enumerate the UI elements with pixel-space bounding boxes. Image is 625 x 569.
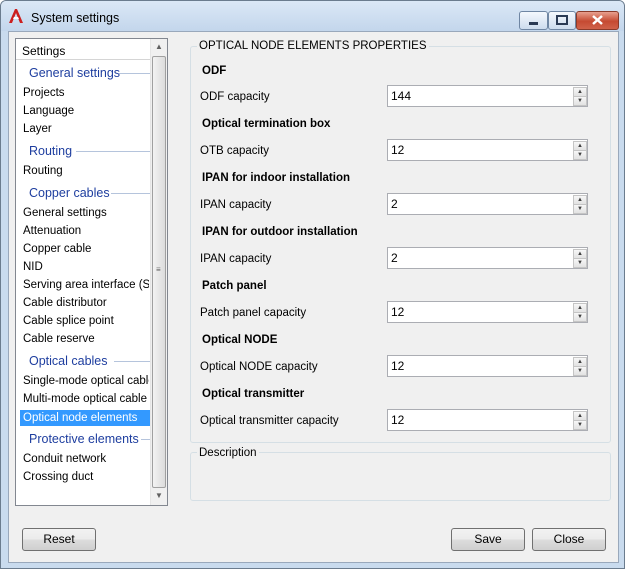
nav-group-routing: Routing bbox=[29, 144, 73, 158]
nav-group-protective-elements: Protective elements bbox=[29, 432, 139, 446]
properties-group-title: OPTICAL NODE ELEMENTS PROPERTIES bbox=[197, 40, 429, 52]
spin-down-icon[interactable]: ▼ bbox=[573, 258, 587, 268]
description-box bbox=[190, 452, 611, 501]
field-label-ipan-outdoor-capacity: IPAN capacity bbox=[200, 253, 272, 265]
description-title: Description bbox=[197, 447, 259, 459]
grip-icon: ≡ bbox=[156, 265, 161, 274]
nav-scrollbar[interactable]: ▲ ≡ ▼ bbox=[150, 39, 167, 505]
field-label-otb-capacity: OTB capacity bbox=[200, 145, 270, 157]
maximize-icon bbox=[556, 15, 568, 25]
nav-item-conduit-network[interactable]: Conduit network bbox=[23, 453, 149, 465]
settings-nav-panel: Settings General settings Projects Langu… bbox=[15, 38, 168, 506]
nav-item-projects[interactable]: Projects bbox=[23, 87, 149, 99]
minimize-icon bbox=[529, 22, 538, 25]
optical-transmitter-capacity-stepper[interactable]: 12 ▲ ▼ bbox=[387, 409, 588, 431]
dialog-body: Settings General settings Projects Langu… bbox=[8, 31, 619, 563]
nav-item-attenuation[interactable]: Attenuation bbox=[23, 225, 149, 237]
odf-capacity-value[interactable]: 144 bbox=[391, 89, 411, 103]
otb-capacity-value[interactable]: 12 bbox=[391, 143, 404, 157]
nav-item-cable-splice-point[interactable]: Cable splice point bbox=[23, 315, 149, 327]
field-label-optical-node-capacity: Optical NODE capacity bbox=[200, 361, 318, 373]
spin-down-icon[interactable]: ▼ bbox=[573, 150, 587, 160]
nav-item-cable-distributor[interactable]: Cable distributor bbox=[23, 297, 149, 309]
minimize-button[interactable] bbox=[519, 11, 548, 30]
nav-item-serving-area-interface[interactable]: Serving area interface (S... bbox=[23, 279, 149, 291]
section-heading-optical-transmitter: Optical transmitter bbox=[202, 388, 305, 400]
nav-header: Settings bbox=[16, 39, 150, 60]
ipan-indoor-capacity-value[interactable]: 2 bbox=[391, 197, 398, 211]
ipan-outdoor-capacity-value[interactable]: 2 bbox=[391, 251, 398, 265]
settings-window: System settings Settings General setting… bbox=[0, 0, 625, 569]
spin-down-icon[interactable]: ▼ bbox=[573, 366, 587, 376]
otb-capacity-stepper[interactable]: 12 ▲ ▼ bbox=[387, 139, 588, 161]
divider bbox=[76, 151, 150, 152]
nav-item-routing[interactable]: Routing bbox=[23, 165, 149, 177]
section-heading-ipan-indoor: IPAN for indoor installation bbox=[202, 172, 351, 184]
section-heading-optical-termination-box: Optical termination box bbox=[202, 118, 331, 130]
optical-node-capacity-value[interactable]: 12 bbox=[391, 359, 404, 373]
section-heading-ipan-outdoor: IPAN for outdoor installation bbox=[202, 226, 358, 238]
nav-item-crossing-duct[interactable]: Crossing duct bbox=[23, 471, 149, 483]
maximize-button[interactable] bbox=[548, 11, 576, 30]
optical-node-capacity-stepper[interactable]: 12 ▲ ▼ bbox=[387, 355, 588, 377]
field-label-ipan-indoor-capacity: IPAN capacity bbox=[200, 199, 272, 211]
title-bar[interactable]: System settings bbox=[1, 1, 624, 31]
patch-panel-capacity-value[interactable]: 12 bbox=[391, 305, 404, 319]
nav-item-multi-mode-optical-cable[interactable]: Multi-mode optical cable bbox=[23, 393, 149, 405]
nav-item-general-settings[interactable]: General settings bbox=[23, 207, 149, 219]
divider bbox=[119, 73, 150, 74]
nav-item-language[interactable]: Language bbox=[23, 105, 149, 117]
reset-button[interactable]: Reset bbox=[22, 528, 96, 551]
nav-group-copper-cables: Copper cables bbox=[29, 186, 110, 200]
scroll-up-icon[interactable]: ▲ bbox=[153, 41, 165, 53]
nav-item-single-mode-optical-cable[interactable]: Single-mode optical cable bbox=[23, 375, 149, 387]
nav-header-label: Settings bbox=[22, 44, 66, 58]
patch-panel-capacity-stepper[interactable]: 12 ▲ ▼ bbox=[387, 301, 588, 323]
save-button[interactable]: Save bbox=[451, 528, 525, 551]
field-label-optical-transmitter-capacity: Optical transmitter capacity bbox=[200, 415, 339, 427]
field-label-patch-panel-capacity: Patch panel capacity bbox=[200, 307, 307, 319]
window-title: System settings bbox=[31, 11, 120, 25]
nav-group-optical-cables: Optical cables bbox=[29, 354, 108, 368]
nav-item-cable-reserve[interactable]: Cable reserve bbox=[23, 333, 149, 345]
nav-item-copper-cable[interactable]: Copper cable bbox=[23, 243, 149, 255]
optical-transmitter-capacity-value[interactable]: 12 bbox=[391, 413, 404, 427]
spin-down-icon[interactable]: ▼ bbox=[573, 420, 587, 430]
nav-item-optical-node-elements[interactable]: Optical node elements bbox=[20, 410, 152, 426]
spin-down-icon[interactable]: ▼ bbox=[573, 96, 587, 106]
odf-capacity-stepper[interactable]: 144 ▲ ▼ bbox=[387, 85, 588, 107]
divider bbox=[111, 193, 150, 194]
nav-group-general-settings: General settings bbox=[29, 66, 121, 80]
scrollbar-thumb[interactable]: ≡ bbox=[152, 56, 166, 488]
divider bbox=[141, 439, 150, 440]
nav-item-layer[interactable]: Layer bbox=[23, 123, 149, 135]
close-button[interactable]: Close bbox=[532, 528, 606, 551]
spin-down-icon[interactable]: ▼ bbox=[573, 204, 587, 214]
scroll-down-icon[interactable]: ▼ bbox=[153, 490, 165, 502]
close-window-button[interactable] bbox=[576, 11, 619, 30]
nav-item-nid[interactable]: NID bbox=[23, 261, 149, 273]
section-heading-patch-panel: Patch panel bbox=[202, 280, 267, 292]
field-label-odf-capacity: ODF capacity bbox=[200, 91, 270, 103]
section-heading-optical-node: Optical NODE bbox=[202, 334, 278, 346]
close-icon bbox=[592, 15, 603, 25]
ipan-outdoor-capacity-stepper[interactable]: 2 ▲ ▼ bbox=[387, 247, 588, 269]
ipan-indoor-capacity-stepper[interactable]: 2 ▲ ▼ bbox=[387, 193, 588, 215]
app-logo-icon bbox=[9, 9, 23, 23]
spin-down-icon[interactable]: ▼ bbox=[573, 312, 587, 322]
section-heading-odf: ODF bbox=[202, 65, 227, 77]
divider bbox=[114, 361, 150, 362]
